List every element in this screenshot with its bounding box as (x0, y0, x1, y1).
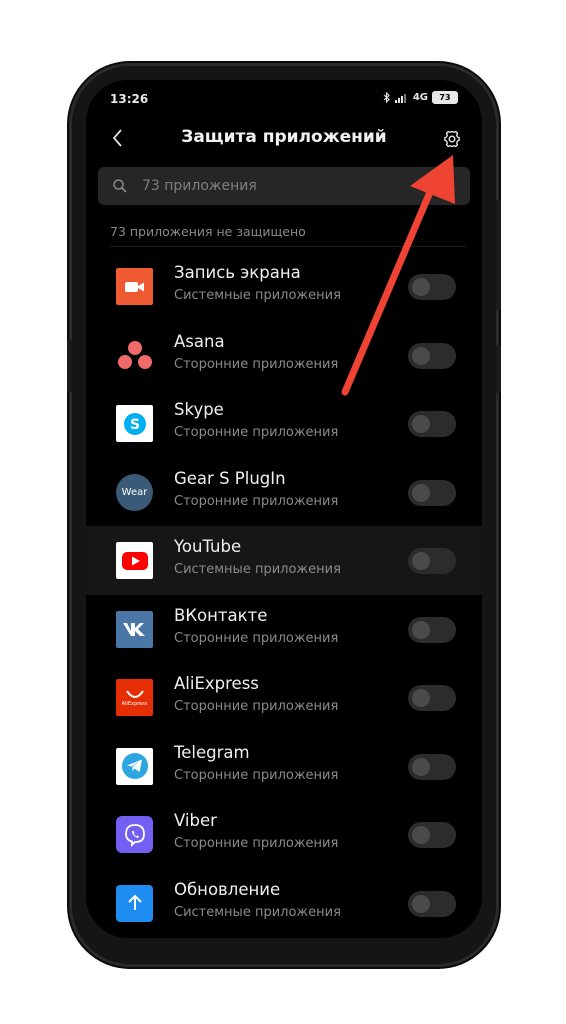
list-item-asana[interactable]: Asana Сторонние приложения (86, 321, 482, 390)
youtube-play-icon (121, 551, 148, 570)
toggle-knob (412, 689, 430, 707)
list-item-screen-recorder[interactable]: Запись экрана Системные приложения (86, 252, 482, 321)
protection-toggle[interactable] (408, 479, 456, 506)
phone-right-button-upper (496, 200, 501, 310)
app-category: Сторонние приложения (174, 356, 339, 372)
gear-icon (444, 130, 460, 148)
youtube-icon (116, 542, 153, 579)
wear-icon-label: Wear (121, 486, 148, 498)
status-icons: 4G 73 (383, 91, 458, 104)
vk-icon (116, 610, 153, 648)
app-name: YouTube (174, 537, 242, 556)
app-category: Сторонние приложения (174, 493, 339, 509)
list-item-gear-s-plugin[interactable]: Wear Gear S PlugIn Сторонние приложения (86, 458, 482, 527)
app-name: Skype (174, 400, 224, 419)
video-camera-icon (124, 281, 144, 292)
toggle-knob (412, 894, 430, 913)
protection-toggle[interactable] (408, 274, 456, 300)
protection-toggle[interactable] (408, 890, 456, 917)
screen-recorder-icon (116, 268, 153, 305)
aliexpress-smile-icon (125, 689, 144, 698)
list-item-telegram[interactable]: Telegram Сторонние приложения (86, 732, 482, 801)
app-category: Сторонние приложения (174, 836, 339, 851)
toggle-knob (412, 346, 430, 365)
skype-logo-icon: S (123, 412, 146, 435)
protection-toggle[interactable] (408, 548, 456, 574)
phone-right-button-lower (496, 345, 501, 393)
telegram-icon (116, 747, 153, 785)
page-title: Защита приложений (181, 127, 387, 147)
list-item-viber[interactable]: Viber Сторонние приложения (86, 800, 482, 869)
app-name: Asana (174, 331, 225, 351)
battery-indicator: 73 (432, 91, 458, 104)
list-item-vkontakte[interactable]: ВКонтакте Сторонние приложения (86, 595, 482, 664)
bluetooth-icon (383, 92, 390, 103)
app-category: Системные приложения (174, 562, 341, 577)
app-name: Запись экрана (174, 263, 301, 282)
section-label: 73 приложения не защищено (110, 224, 306, 239)
toggle-knob (412, 757, 430, 776)
app-category: Сторонние приложения (174, 425, 339, 440)
arrow-up-icon (127, 894, 142, 910)
app-name: Viber (174, 811, 217, 830)
toggle-knob (412, 483, 430, 502)
settings-button[interactable] (440, 127, 464, 151)
skype-icon: S (116, 405, 153, 442)
phone-left-button (67, 340, 72, 392)
search-icon (113, 179, 127, 193)
toggle-knob (412, 552, 430, 570)
search-input[interactable] (142, 178, 442, 194)
signal-icon (394, 93, 406, 103)
list-item-update[interactable]: Обновление Системные приложения (86, 869, 482, 938)
toggle-knob (412, 278, 430, 296)
svg-text:S: S (129, 417, 139, 433)
section-divider (110, 246, 466, 247)
toggle-knob (412, 826, 430, 844)
toggle-knob (412, 415, 430, 433)
telegram-plane-icon (121, 753, 148, 779)
app-name: Gear S PlugIn (174, 468, 286, 488)
viber-phone-icon (124, 823, 145, 847)
app-name: AliExpress (174, 674, 259, 693)
protection-toggle[interactable] (408, 616, 456, 643)
app-name: Обновление (174, 879, 281, 899)
protection-toggle[interactable] (408, 822, 456, 848)
network-type: 4G (412, 92, 428, 103)
protection-toggle[interactable] (408, 342, 456, 369)
status-time: 13:26 (110, 92, 149, 106)
vk-logo-icon (122, 623, 145, 636)
phone-screen: 13:26 4G 73 Защита приложений 73 приложе… (86, 80, 482, 938)
list-item-youtube[interactable]: YouTube Системные приложения (86, 526, 482, 595)
asana-dots-icon (117, 341, 152, 369)
app-category: Системные приложения (174, 904, 341, 920)
app-category: Сторонние приложения (174, 630, 339, 646)
app-category: Системные приложения (174, 288, 341, 303)
app-category: Сторонние приложения (174, 767, 339, 783)
protection-toggle[interactable] (408, 685, 456, 711)
update-icon (116, 884, 153, 922)
list-item-aliexpress[interactable]: AliExpress AliExpress Сторонние приложен… (86, 663, 482, 732)
asana-icon (116, 337, 153, 374)
aliexpress-icon-label: AliExpress (121, 700, 148, 707)
protection-toggle[interactable] (408, 753, 456, 780)
app-name: Telegram (174, 742, 250, 762)
app-list: Запись экрана Системные приложения Asana… (86, 252, 482, 937)
protection-toggle[interactable] (408, 411, 456, 437)
app-category: Сторонние приложения (174, 699, 339, 714)
viber-icon (116, 816, 153, 853)
aliexpress-icon: AliExpress (116, 679, 153, 716)
wear-icon: Wear (116, 473, 153, 511)
toggle-knob (412, 620, 430, 639)
search-bar[interactable] (98, 167, 470, 205)
app-name: ВКонтакте (174, 605, 268, 625)
list-item-skype[interactable]: S Skype Сторонние приложения (86, 389, 482, 458)
